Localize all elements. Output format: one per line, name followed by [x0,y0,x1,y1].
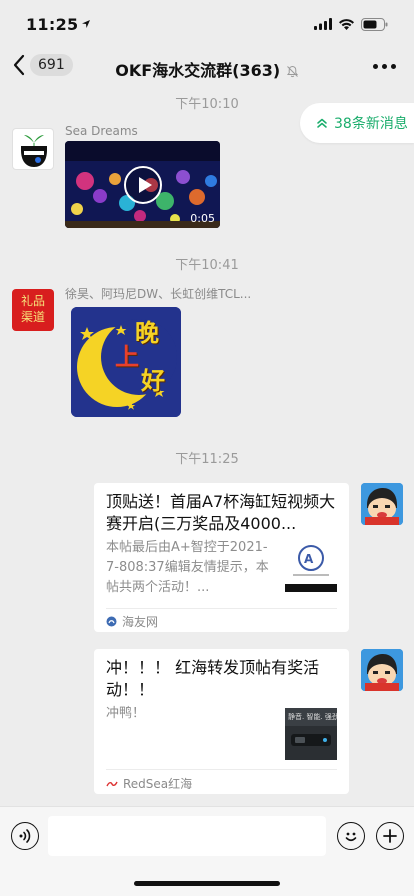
emoji-button[interactable] [337,822,365,850]
card-source-name: 海友网 [122,615,159,629]
more-dot-icon [382,64,387,69]
battery-icon [361,17,388,31]
avatar-self[interactable] [361,483,403,525]
sticker-text: 上 [115,343,139,371]
avatar-text: 渠道 [20,310,45,324]
mute-bell-icon [286,65,298,78]
haiyou-logo-icon [106,616,117,627]
location-arrow-icon [82,20,91,28]
card-description: 本帖最后由A+智控于2021-7-808:37编辑友情提示，本帖共两个活动！..… [106,540,269,595]
chat-header: 691 OKF海水交流群(363) [0,48,414,88]
voice-input-button[interactable] [11,822,39,850]
card-title: 顶贴送！首届A7杯海缸短视频大赛开启(三万奖品及4000... [106,492,336,533]
plus-icon [383,829,397,843]
new-messages-text: 38条新消息 [334,116,408,132]
card-thumbnail: A [285,540,337,592]
status-time: 11:25 [26,15,91,34]
avatar-gift-channel[interactable]: 礼品 渠道 [12,289,54,331]
status-icons [314,17,388,31]
link-card-message[interactable]: 顶贴送！首届A7杯海缸短视频大赛开启(三万奖品及4000... 本帖最后由A+智… [94,483,349,632]
sticker-message[interactable]: 晚 上 好 [71,307,181,417]
more-options-button[interactable] [373,64,396,69]
card-divider [106,769,337,770]
message-timestamp: 下午11:25 [175,452,239,467]
card-thumbnail: 静音. 智能. 强劲 [285,708,337,760]
chat-title: OKF海水交流群(363) [0,57,414,81]
thumb-caption: 静音. 智能. 强劲 [288,713,337,721]
a7-contest-thumbnail-icon: A [285,540,337,592]
more-dot-icon [373,64,378,69]
more-dot-icon [391,64,396,69]
video-duration: 0:05 [190,212,215,225]
card-source: 海友网 [106,613,158,630]
card-title: 冲！！！ 红海转发顶帖有奖活动！！ [106,658,320,699]
status-bar: 11:25 [0,0,414,48]
sticker-text: 好 [141,367,165,395]
more-actions-button[interactable] [376,822,404,850]
card-source: RedSea红海 [106,775,192,792]
cellular-signal-icon [314,18,332,30]
smiley-icon [345,832,357,842]
svg-text:A: A [304,552,314,566]
card-source-name: RedSea红海 [123,777,193,791]
avatar-text: 礼品 [20,294,45,308]
voice-wave-icon [19,829,31,843]
sender-name: Sea Dreams [65,124,138,138]
double-chevron-up-icon [317,118,327,128]
video-message[interactable]: 0:05 [65,141,220,228]
card-divider [106,608,337,609]
chat-title-text: OKF海水交流群(363) [115,61,281,80]
redsea-logo-icon [106,781,118,786]
cartoon-avatar-icon [361,649,403,691]
home-indicator [134,881,280,886]
link-card-message[interactable]: 冲！！！ 红海转发顶帖有奖活动！！ 冲鸭！ 静音. 智能. 强劲 RedSea红… [94,649,349,794]
message-timestamp: 下午10:41 [175,258,239,273]
avatar-sea-dreams[interactable] [12,128,54,170]
card-description: 冲鸭！ [106,706,146,721]
sea-dreams-logo-icon [21,135,47,167]
message-timestamp: 下午10:10 [175,97,239,112]
avatar-self[interactable] [361,649,403,691]
sender-name: 徐昊、阿玛尼DW、长虹创维TCL... [65,287,252,301]
wifi-icon [339,19,354,30]
message-input[interactable] [48,816,326,856]
cartoon-avatar-icon [361,483,403,525]
status-time-text: 11:25 [26,14,79,34]
play-icon[interactable] [123,165,163,205]
